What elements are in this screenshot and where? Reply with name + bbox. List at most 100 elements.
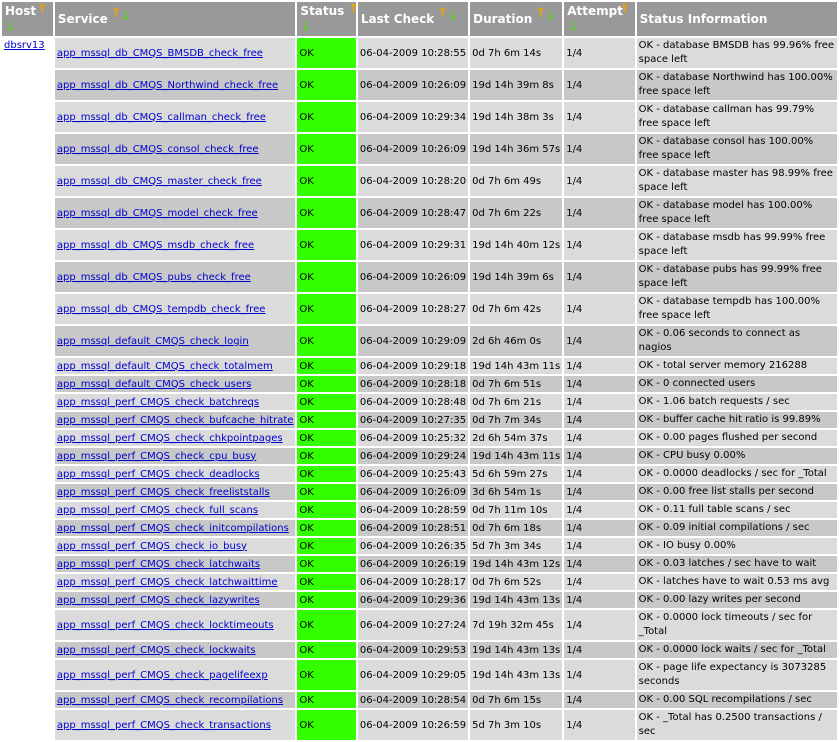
duration-cell: 0d 7h 6m 51s [470, 376, 563, 392]
table-row: app_mssql_perf_CMQS_check_full_scans OK 06… [2, 502, 837, 518]
service-link[interactable]: app_mssql_default_CMQS_check_users [57, 379, 251, 390]
sort-descending-icon[interactable]: ↓ [300, 20, 311, 35]
service-link[interactable]: app_mssql_perf_CMQS_check_transactions [57, 720, 271, 731]
service-link[interactable]: app_mssql_perf_CMQS_check_lazywrites [57, 595, 260, 606]
attempt-cell: 1/4 [564, 262, 635, 292]
status-information-cell: OK - database tempdb has 100.00% free sp… [636, 294, 837, 324]
service-link[interactable]: app_mssql_db_CMQS_master_check_free [57, 176, 262, 187]
duration-cell: 2d 6h 54m 37s [470, 430, 563, 446]
service-link[interactable]: app_mssql_db_CMQS_Northwind_check_free [57, 80, 278, 91]
status-information-cell: OK - buffer cache hit ratio is 99.89% [636, 412, 837, 428]
status-cell: OK [297, 660, 356, 690]
duration-cell: 19d 14h 43m 13s [470, 660, 563, 690]
status-cell: OK [297, 520, 356, 536]
service-link[interactable]: app_mssql_perf_CMQS_check_deadlocks [57, 469, 260, 480]
host-link[interactable]: dbsrv13 [4, 40, 45, 51]
last-check-cell: 06-04-2009 10:29:31 [357, 230, 469, 260]
attempt-cell: 1/4 [564, 610, 635, 640]
status-information-cell: OK - page life expectancy is 3073285 sec… [636, 660, 837, 690]
service-cell: app_mssql_db_CMQS_master_check_free [54, 166, 296, 196]
attempt-cell: 1/4 [564, 660, 635, 690]
service-link[interactable]: app_mssql_perf_CMQS_check_pagelifeexp [57, 670, 268, 681]
status-information-cell: OK - database model has 100.00% free spa… [636, 198, 837, 228]
service-cell: app_mssql_perf_CMQS_check_transactions [54, 710, 296, 740]
last-check-cell: 06-04-2009 10:28:59 [357, 502, 469, 518]
service-cell: app_mssql_db_CMQS_Northwind_check_free [54, 70, 296, 100]
duration-cell: 19d 14h 43m 13s [470, 642, 563, 658]
status-cell: OK [297, 134, 356, 164]
status-cell: OK [297, 592, 356, 608]
service-link[interactable]: app_mssql_perf_CMQS_check_full_scans [57, 505, 258, 516]
table-row: app_mssql_db_CMQS_model_check_free OK 06-0… [2, 198, 837, 228]
table-row: app_mssql_db_CMQS_pubs_check_free OK 06-04… [2, 262, 837, 292]
attempt-cell: 1/4 [564, 448, 635, 464]
status-information-cell: OK - 1.06 batch requests / sec [636, 394, 837, 410]
attempt-cell: 1/4 [564, 294, 635, 324]
column-header-host-label: Host [5, 4, 37, 18]
status-information-cell: OK - latches have to wait 0.53 ms avg [636, 574, 837, 590]
service-link[interactable]: app_mssql_perf_CMQS_check_io_busy [57, 541, 247, 552]
service-link[interactable]: app_mssql_db_CMQS_model_check_free [57, 208, 258, 219]
duration-cell: 0d 7h 6m 52s [470, 574, 563, 590]
attempt-cell: 1/4 [564, 376, 635, 392]
service-link[interactable]: app_mssql_perf_CMQS_check_locktimeouts [57, 620, 274, 631]
service-link[interactable]: app_mssql_default_CMQS_check_login [57, 336, 249, 347]
last-check-cell: 06-04-2009 10:26:09 [357, 262, 469, 292]
column-header-duration: Duration ↑ ↓ [470, 2, 563, 36]
last-check-cell: 06-04-2009 10:29:18 [357, 358, 469, 374]
table-row: app_mssql_perf_CMQS_check_lockwaits OK 06-… [2, 642, 837, 658]
table-row: app_mssql_db_CMQS_tempdb_check_free OK 06-… [2, 294, 837, 324]
service-cell: app_mssql_perf_CMQS_check_initcompilatio… [54, 520, 296, 536]
last-check-cell: 06-04-2009 10:28:48 [357, 394, 469, 410]
status-information-cell: OK - database consol has 100.00% free sp… [636, 134, 837, 164]
attempt-cell: 1/4 [564, 412, 635, 428]
service-cell: app_mssql_default_CMQS_check_totalmem [54, 358, 296, 374]
attempt-cell: 1/4 [564, 166, 635, 196]
sort-descending-icon[interactable]: ↓ [545, 9, 556, 24]
table-row: app_mssql_perf_CMQS_check_deadlocks OK 06-… [2, 466, 837, 482]
service-link[interactable]: app_mssql_perf_CMQS_check_cpu_busy [57, 451, 256, 462]
service-link[interactable]: app_mssql_perf_CMQS_check_latchwaits [57, 559, 260, 570]
service-cell: app_mssql_db_CMQS_msdb_check_free [54, 230, 296, 260]
service-link[interactable]: app_mssql_db_CMQS_callman_check_free [57, 112, 266, 123]
last-check-cell: 06-04-2009 10:29:36 [357, 592, 469, 608]
service-cell: app_mssql_db_CMQS_BMSDB_check_free [54, 38, 296, 68]
sort-ascending-icon[interactable]: ↑ [619, 2, 630, 17]
duration-cell: 0d 7h 6m 15s [470, 692, 563, 708]
status-cell: OK [297, 38, 356, 68]
header-row: Host ↑ ↓ Service ↑ ↓ Status ↑ ↓ Last Check… [2, 2, 837, 36]
service-link[interactable]: app_mssql_default_CMQS_check_totalmem [57, 361, 273, 372]
service-link[interactable]: app_mssql_db_CMQS_BMSDB_check_free [57, 48, 263, 59]
sort-descending-icon[interactable]: ↓ [567, 20, 578, 35]
service-link[interactable]: app_mssql_db_CMQS_pubs_check_free [57, 272, 251, 283]
service-cell: app_mssql_perf_CMQS_check_cpu_busy [54, 448, 296, 464]
sort-descending-icon[interactable]: ↓ [5, 20, 16, 35]
service-link[interactable]: app_mssql_perf_CMQS_check_lockwaits [57, 645, 256, 656]
service-link[interactable]: app_mssql_perf_CMQS_check_bufcache_hitra… [57, 415, 294, 426]
status-information-cell: OK - database master has 98.99% free spa… [636, 166, 837, 196]
column-header-status: Status ↑ ↓ [297, 2, 359, 36]
status-information-cell: OK - 0.0000 lock timeouts / sec for _Tot… [636, 610, 837, 640]
status-information-cell: OK - CPU busy 0.00% [636, 448, 837, 464]
sort-ascending-icon[interactable]: ↑ [37, 2, 48, 17]
service-link[interactable]: app_mssql_db_CMQS_consol_check_free [57, 144, 259, 155]
status-cell: OK [297, 430, 356, 446]
last-check-cell: 06-04-2009 10:27:35 [357, 412, 469, 428]
sort-ascending-icon[interactable]: ↑ [348, 2, 359, 17]
sort-descending-icon[interactable]: ↓ [447, 9, 458, 24]
service-link[interactable]: app_mssql_perf_CMQS_check_latchwaittime [57, 577, 278, 588]
service-link[interactable]: app_mssql_perf_CMQS_check_chkpointpages [57, 433, 283, 444]
status-cell: OK [297, 294, 356, 324]
service-link[interactable]: app_mssql_perf_CMQS_check_batchreqs [57, 397, 259, 408]
service-link[interactable]: app_mssql_db_CMQS_tempdb_check_free [57, 304, 266, 315]
service-link[interactable]: app_mssql_perf_CMQS_check_initcompilatio… [57, 523, 289, 534]
table-row: app_mssql_perf_CMQS_check_freeliststalls… [2, 484, 837, 500]
service-link[interactable]: app_mssql_perf_CMQS_check_recompilations [57, 695, 283, 706]
service-link[interactable]: app_mssql_perf_CMQS_check_freeliststalls [57, 487, 270, 498]
service-link[interactable]: app_mssql_db_CMQS_msdb_check_free [57, 240, 254, 251]
sort-descending-icon[interactable]: ↓ [121, 9, 132, 24]
service-cell: app_mssql_perf_CMQS_check_batchreqs [54, 394, 296, 410]
column-header-attempt-label: Attempt [567, 4, 623, 18]
duration-cell: 5d 7h 3m 34s [470, 538, 563, 554]
status-cell: OK [297, 198, 356, 228]
